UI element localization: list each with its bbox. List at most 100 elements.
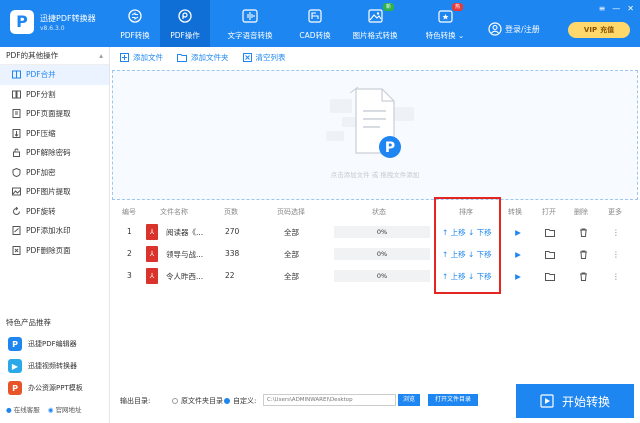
more-icon[interactable]: ⋮ <box>610 226 622 238</box>
col-delete: 删除 <box>574 208 588 216</box>
folder-open-icon[interactable] <box>544 248 556 260</box>
row-index: 1 <box>127 227 132 236</box>
nav-special-convert[interactable]: 热 特色转换 ⌄ <box>410 0 480 47</box>
minimize-icon[interactable]: — <box>612 4 620 13</box>
sidebar-title: PDF的其他操作 <box>6 51 59 60</box>
trash-icon[interactable] <box>577 248 589 260</box>
sidebar-item-page-extract[interactable]: PDF页面提取 <box>0 104 109 124</box>
nav-cad-convert[interactable]: CAD转换 <box>290 0 340 47</box>
table-row[interactable]: 3 ⅄ 令人昨西... 22 全部 0% ↑ 上移 ↓ 下移 ▶ ⋮ <box>112 266 638 288</box>
unlock-icon <box>12 148 21 158</box>
option-source-folder[interactable]: 原文件夹目录 <box>172 396 223 406</box>
vip-recharge-button[interactable]: VIP 充值 <box>568 22 630 38</box>
more-icon[interactable]: ⋮ <box>610 270 622 282</box>
file-dropzone[interactable]: P 点击添加文件 或 拖拽文件添加 <box>112 70 638 200</box>
nav-pdf-operate[interactable]: PDF操作 <box>160 0 210 47</box>
option-custom-label: 自定义: <box>233 397 257 405</box>
delete-page-icon <box>12 245 21 255</box>
sidebar-item-image-extract[interactable]: PDF图片提取 <box>0 182 109 202</box>
add-folder-button[interactable]: 添加文件夹 <box>177 52 229 63</box>
table-row[interactable]: 1 ⅄ 阅读器《... 270 全部 0% ↑ 上移 ↓ 下移 ▶ ⋮ <box>112 222 638 244</box>
play-icon[interactable]: ▶ <box>512 248 524 260</box>
start-convert-button[interactable]: 开始转换 <box>516 384 634 418</box>
sidebar-header[interactable]: PDF的其他操作 ▴ <box>0 47 109 65</box>
row-page-range[interactable]: 全部 <box>284 271 299 282</box>
col-pages: 页数 <box>224 208 238 216</box>
login-button[interactable]: 登录/注册 <box>488 22 540 36</box>
video-converter-icon: ▶ <box>8 359 22 373</box>
recommend-title: 特色产品推荐 <box>6 318 51 327</box>
shield-icon <box>12 167 21 177</box>
rec-pdf-editor[interactable]: P 迅捷PDF编辑器 <box>8 337 77 351</box>
add-folder-label: 添加文件夹 <box>191 52 229 62</box>
option-custom-folder[interactable]: 自定义: <box>224 396 256 406</box>
rec-label: 迅捷视频转换器 <box>28 362 77 370</box>
sidebar-item-add-watermark[interactable]: PDF添加水印 <box>0 221 109 241</box>
sidebar-item-pdf-split[interactable]: PDF分割 <box>0 85 109 105</box>
row-filename: 领导与战... <box>166 250 204 259</box>
col-index: 编号 <box>122 208 136 216</box>
menu-icon[interactable]: ≡ <box>599 4 606 13</box>
online-support-link[interactable]: ● 在线客服 <box>6 404 40 414</box>
clear-list-button[interactable]: 清空列表 <box>242 52 286 63</box>
app-name: 迅捷PDF转换器 <box>40 14 96 23</box>
sidebar-item-remove-password[interactable]: PDF解除密码 <box>0 143 109 163</box>
pdf-file-icon: ⅄ <box>146 224 158 240</box>
output-path-input[interactable] <box>263 394 396 406</box>
row-pages: 338 <box>225 249 240 258</box>
split-icon <box>12 90 21 99</box>
svg-text:P: P <box>385 140 395 156</box>
add-file-label: 添加文件 <box>133 52 163 62</box>
open-folder-button[interactable]: 打开文件目录 <box>428 394 478 406</box>
sidebar-item-label: PDF压缩 <box>26 128 56 138</box>
sidebar-item-label: PDF图片提取 <box>26 187 71 197</box>
row-filename: 令人昨西... <box>166 272 204 281</box>
browse-button[interactable]: 浏览 <box>398 394 420 406</box>
sidebar-item-label: PDF解除密码 <box>26 148 71 158</box>
compress-icon <box>12 128 21 138</box>
row-page-range[interactable]: 全部 <box>284 249 299 260</box>
trash-icon[interactable] <box>577 270 589 282</box>
sidebar-item-label: PDF加密 <box>26 167 56 177</box>
trash-icon[interactable] <box>577 226 589 238</box>
row-index: 2 <box>127 249 132 258</box>
close-icon[interactable]: ✕ <box>627 4 634 13</box>
play-icon[interactable]: ▶ <box>512 270 524 282</box>
app-logo: P <box>10 10 34 34</box>
headset-icon: ● <box>6 406 12 414</box>
table-row[interactable]: 2 ⅄ 领导与战... 338 全部 0% ↑ 上移 ↓ 下移 ▶ ⋮ <box>112 244 638 266</box>
nav-label: CAD转换 <box>299 31 331 40</box>
output-bar: 输出目录: 原文件夹目录 自定义: 浏览 打开文件目录 开始转换 <box>110 382 640 423</box>
play-icon[interactable]: ▶ <box>512 226 524 238</box>
sidebar-item-pdf-compress[interactable]: PDF压缩 <box>0 124 109 144</box>
sidebar-item-pdf-rotate[interactable]: PDF旋转 <box>0 202 109 222</box>
app-version: v8.6.3.0 <box>40 25 65 32</box>
add-file-button[interactable]: 添加文件 <box>120 52 163 63</box>
nav-text-voice[interactable]: 文字语音转换 <box>210 0 290 47</box>
main-nav: PDF转换 PDF操作 文字语音转换 CAD转换 新 图片格式转换 热 特色转换… <box>110 0 480 47</box>
pdf-operate-icon <box>177 8 193 24</box>
rec-video-converter[interactable]: ▶ 迅捷视频转换器 <box>8 359 77 373</box>
row-page-range[interactable]: 全部 <box>284 227 299 238</box>
row-index: 3 <box>127 271 132 280</box>
add-file-icon <box>120 52 129 62</box>
nav-image-convert[interactable]: 新 图片格式转换 <box>340 0 410 47</box>
more-icon[interactable]: ⋮ <box>610 248 622 260</box>
row-status-progress: 0% <box>334 226 430 238</box>
nav-pdf-convert[interactable]: PDF转换 <box>110 0 160 47</box>
sidebar-item-label: PDF分割 <box>26 89 56 99</box>
sidebar-item-delete-page[interactable]: PDF删除页面 <box>0 241 109 261</box>
rec-ppt-template[interactable]: P 办公资源PPT模板 <box>8 381 83 395</box>
clear-list-label: 清空列表 <box>255 52 286 62</box>
rotate-icon <box>12 206 21 216</box>
sidebar-item-pdf-encrypt[interactable]: PDF加密 <box>0 163 109 183</box>
radio-custom <box>224 398 230 404</box>
special-icon <box>437 8 453 24</box>
rec-label: 办公资源PPT模板 <box>28 384 83 392</box>
sidebar-item-pdf-merge[interactable]: PDF合并 <box>0 65 109 85</box>
website-link[interactable]: ◉ 官网地址 <box>48 404 82 414</box>
folder-open-icon[interactable] <box>544 226 556 238</box>
image-extract-icon <box>12 187 21 196</box>
row-filename: 阅读器《... <box>166 228 204 237</box>
folder-open-icon[interactable] <box>544 270 556 282</box>
